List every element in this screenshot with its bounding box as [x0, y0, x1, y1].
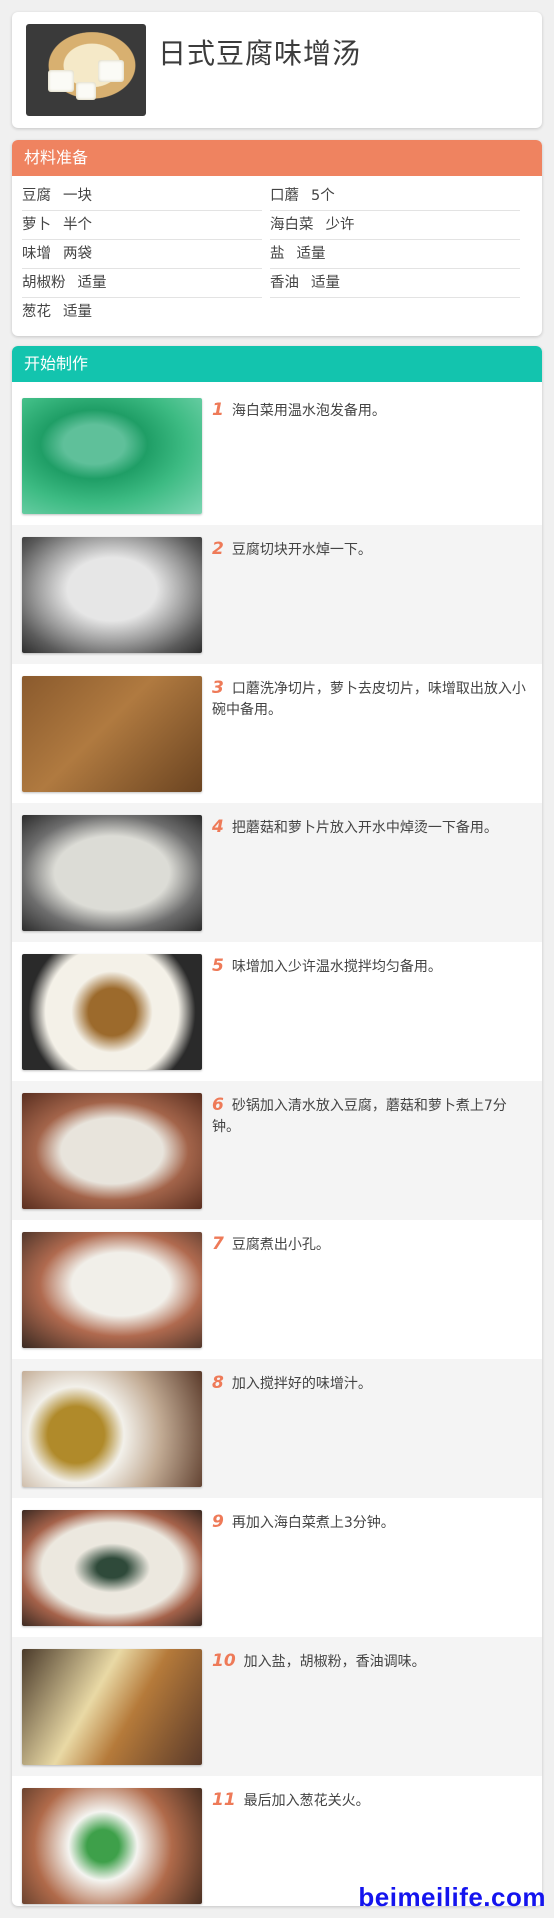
- watermark: beimeilife.com: [358, 1882, 546, 1912]
- ingredient-qty: 少许: [325, 217, 355, 233]
- steps-header: 开始制作: [12, 346, 542, 382]
- ingredients-header: 材料准备: [12, 140, 542, 176]
- step-number: 1: [212, 400, 224, 420]
- ingredient-name: 葱花: [22, 304, 51, 320]
- step-text: 砂锅加入清水放入豆腐，蘑菇和萝卜煮上7分钟。: [212, 1098, 507, 1135]
- step-number: 6: [212, 1095, 224, 1115]
- step-description: 7 豆腐煮出小孔。: [212, 1234, 532, 1256]
- ingredient-item: 胡椒粉 适量: [22, 269, 262, 298]
- ingredient-name: 味增: [22, 246, 51, 262]
- step-number: 9: [212, 1512, 224, 1532]
- ingredient-name: 海白菜: [270, 217, 314, 233]
- step-description: 2 豆腐切块开水焯一下。: [212, 539, 532, 561]
- step-number: 3: [212, 678, 224, 698]
- ingredient-item: 葱花 适量: [22, 298, 262, 326]
- step-text: 海白菜用温水泡发备用。: [231, 403, 386, 419]
- miso-bowl-photo: [22, 954, 202, 1070]
- ingredient-qty: 两袋: [63, 246, 92, 262]
- step-description: 8 加入搅拌好的味增汁。: [212, 1373, 532, 1395]
- step-description: 5 味增加入少许温水搅拌均匀备用。: [212, 956, 532, 978]
- step-text: 豆腐切块开水焯一下。: [231, 542, 372, 558]
- tofu-blanching-photo: [22, 537, 202, 653]
- step-item: 7 豆腐煮出小孔。: [12, 1220, 542, 1359]
- step-description: 10 加入盐，胡椒粉，香油调味。: [212, 1651, 532, 1673]
- step-item: 5 味增加入少许温水搅拌均匀备用。: [12, 942, 542, 1081]
- step-description: 6 砂锅加入清水放入豆腐，蘑菇和萝卜煮上7分钟。: [212, 1095, 532, 1138]
- ingredient-item: 口蘑 5个: [270, 182, 520, 211]
- ingredient-name: 胡椒粉: [22, 275, 66, 291]
- ingredient-qty: 适量: [296, 246, 326, 262]
- tofu-piece: [98, 60, 124, 82]
- ingredient-qty: 一块: [63, 188, 92, 204]
- step-item: 4 把蘑菇和萝卜片放入开水中焯烫一下备用。: [12, 803, 542, 942]
- step-number: 11: [212, 1790, 236, 1810]
- ingredient-qty: 适量: [311, 275, 340, 291]
- step-text: 最后加入葱花关火。: [243, 1793, 370, 1809]
- adding-seaweed-photo: [22, 1510, 202, 1626]
- steps-card: 开始制作 1 海白菜用温水泡发备用。 2 豆腐切块开水焯一下。 3 口蘑洗净切片，萝卜去皮…: [12, 346, 542, 1906]
- step-text: 味增加入少许温水搅拌均匀备用。: [231, 959, 442, 975]
- tofu-piece: [48, 70, 74, 92]
- seaweed-soaking-photo: [22, 398, 202, 514]
- step-number: 7: [212, 1234, 224, 1254]
- ingredient-name: 萝卜: [22, 217, 51, 233]
- ingredient-item: 味增 两袋: [22, 240, 262, 269]
- boiling-tofu-photo: [22, 1232, 202, 1348]
- step-number: 8: [212, 1373, 224, 1393]
- step-text: 豆腐煮出小孔。: [231, 1237, 330, 1253]
- step-description: 4 把蘑菇和萝卜片放入开水中焯烫一下备用。: [212, 817, 532, 839]
- step-text: 加入搅拌好的味增汁。: [231, 1376, 372, 1392]
- step-text: 加入盐，胡椒粉，香油调味。: [243, 1654, 426, 1670]
- clay-pot-photo: [22, 1093, 202, 1209]
- ingredient-item: 萝卜 半个: [22, 211, 262, 240]
- step-item: 9 再加入海白菜煮上3分钟。: [12, 1498, 542, 1637]
- step-item: 10 加入盐，胡椒粉，香油调味。: [12, 1637, 542, 1776]
- ingredient-item: 海白菜 少许: [270, 211, 520, 240]
- ingredient-qty: 半个: [63, 217, 92, 233]
- blanching-mushrooms-photo: [22, 815, 202, 931]
- step-number: 4: [212, 817, 224, 837]
- seasoning-photo: [22, 1649, 202, 1765]
- ingredient-name: 豆腐: [22, 188, 51, 204]
- recipe-header-card: 日式豆腐味增汤: [12, 12, 542, 128]
- scallions-photo: [22, 1788, 202, 1904]
- step-description: 11 最后加入葱花关火。: [212, 1790, 532, 1812]
- ingredients-card: 材料准备 豆腐 一块 口蘑 5个 萝卜 半个 海白菜 少许 味增 两袋盐适量 胡椒粉 适量 香油 适量 葱花…: [12, 140, 542, 336]
- tofu-piece: [76, 82, 96, 100]
- miso-soup-photo: [26, 24, 146, 116]
- adding-miso-photo: [22, 1371, 202, 1487]
- ingredient-qty: 5个: [311, 188, 335, 204]
- ingredient-item: 豆腐 一块: [22, 182, 262, 211]
- step-number: 5: [212, 956, 224, 976]
- step-item: 3 口蘑洗净切片，萝卜去皮切片，味增取出放入小碗中备用。: [12, 664, 542, 803]
- step-item: 6 砂锅加入清水放入豆腐，蘑菇和萝卜煮上7分钟。: [12, 1081, 542, 1220]
- ingredient-item: 盐适量: [270, 240, 520, 269]
- ingredient-name: 口蘑: [270, 188, 299, 204]
- ingredient-name: 盐: [270, 246, 285, 262]
- step-description: 9 再加入海白菜煮上3分钟。: [212, 1512, 532, 1534]
- step-item: 2 豆腐切块开水焯一下。: [12, 525, 542, 664]
- page-title: 日式豆腐味增汤: [158, 37, 362, 70]
- ingredient-qty: 适量: [63, 304, 92, 320]
- step-description: 3 口蘑洗净切片，萝卜去皮切片，味增取出放入小碗中备用。: [212, 678, 532, 721]
- sliced-vegetables-photo: [22, 676, 202, 792]
- ingredient-name: 香油: [270, 275, 299, 291]
- step-text: 口蘑洗净切片，萝卜去皮切片，味增取出放入小碗中备用。: [212, 681, 526, 718]
- step-item: 1 海白菜用温水泡发备用。: [12, 386, 542, 525]
- ingredient-qty: 适量: [77, 275, 107, 291]
- step-number: 2: [212, 539, 224, 559]
- step-item: 8 加入搅拌好的味增汁。: [12, 1359, 542, 1498]
- step-description: 1 海白菜用温水泡发备用。: [212, 400, 532, 422]
- step-text: 把蘑菇和萝卜片放入开水中焯烫一下备用。: [231, 820, 498, 836]
- step-number: 10: [212, 1651, 236, 1671]
- ingredient-item: 香油 适量: [270, 269, 520, 298]
- step-text: 再加入海白菜煮上3分钟。: [231, 1515, 395, 1531]
